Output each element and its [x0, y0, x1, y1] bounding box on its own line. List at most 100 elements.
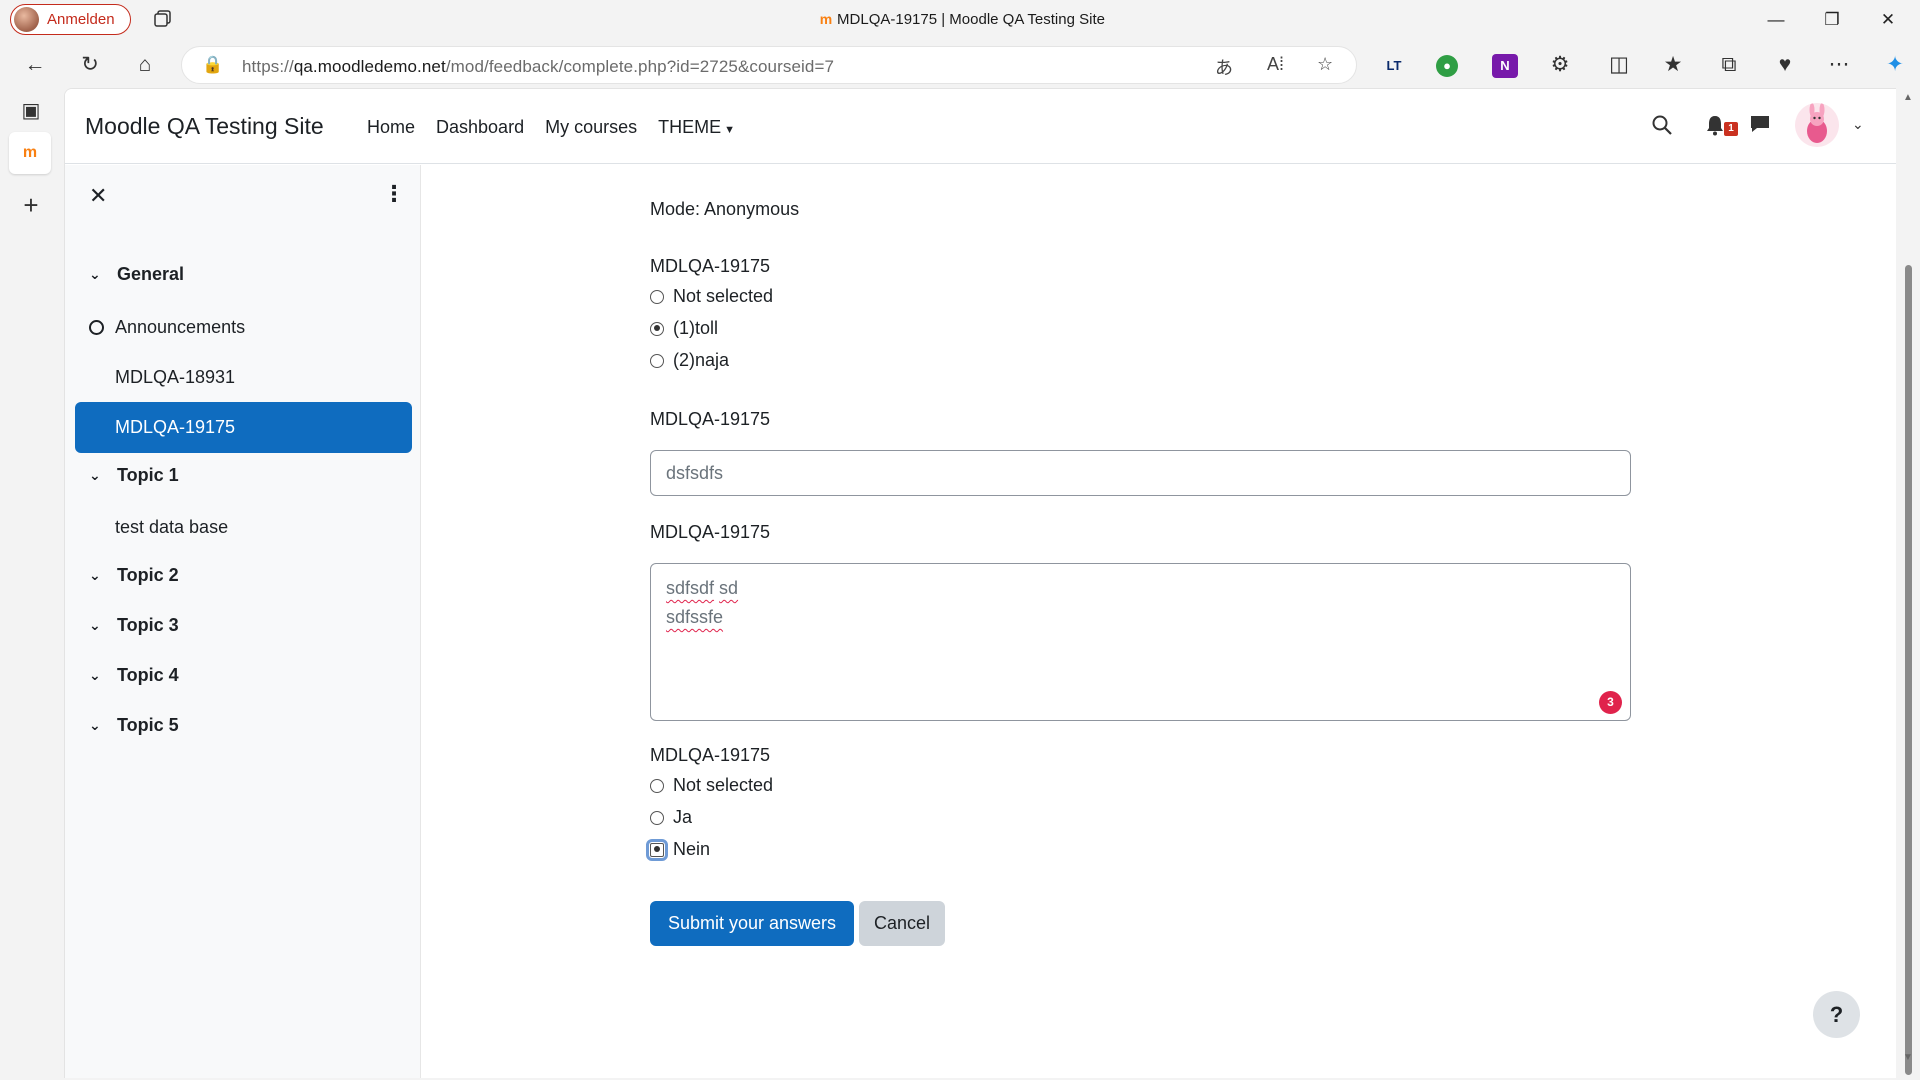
back-icon[interactable]: ← [20, 50, 50, 80]
scroll-up-icon[interactable]: ▲ [1903, 92, 1913, 103]
section-topic-2[interactable]: ⌄ Topic 2 [89, 565, 179, 586]
section-label: Topic 2 [117, 565, 179, 585]
lock-icon[interactable]: 🔒 [202, 55, 223, 75]
q3-textarea[interactable]: sdfsdf sd sdfssfe 3 [650, 563, 1631, 721]
section-topic-4[interactable]: ⌄ Topic 4 [89, 665, 179, 686]
textarea-word: sdfsdf [666, 578, 715, 598]
browser-toolbar: ← ↻ ⌂ 🔒 https://qa.moodledemo.net/mod/fe… [0, 42, 1920, 86]
nav-my-courses[interactable]: My courses [545, 117, 637, 138]
q4-option-not-selected[interactable]: Not selected [650, 775, 773, 796]
translate-icon[interactable]: あ [1215, 54, 1233, 80]
extensions-icon[interactable]: ⚙ [1545, 50, 1575, 80]
radio-button[interactable] [646, 838, 668, 861]
nav-theme[interactable]: THEME ▼ [658, 117, 735, 138]
close-window-icon[interactable]: ✕ [1865, 5, 1911, 35]
edge-vertical-tabs: ▣ m + [0, 88, 63, 1080]
option-label: (1)toll [673, 318, 719, 338]
section-topic-5[interactable]: ⌄ Topic 5 [89, 715, 179, 736]
question-3-label: MDLQA-19175 [650, 522, 771, 542]
course-item-mdlqa-18931[interactable]: MDLQA-18931 [75, 352, 412, 403]
favorite-star-icon[interactable]: ☆ [1317, 54, 1333, 75]
tab-panel-icon[interactable]: ▣ [16, 96, 46, 126]
new-tab-icon[interactable]: + [16, 190, 46, 220]
section-label: Topic 4 [117, 665, 179, 685]
browser-essentials-icon[interactable]: ♥ [1770, 50, 1800, 80]
radio-button[interactable] [650, 353, 664, 368]
section-label: Topic 5 [117, 715, 179, 735]
primary-navigation: Home Dashboard My courses THEME ▼ [367, 117, 756, 138]
user-avatar[interactable] [1795, 103, 1839, 147]
languagetool-extension-icon[interactable]: LT [1381, 54, 1407, 78]
refresh-icon[interactable]: ↻ [75, 50, 105, 80]
option-label: Not selected [673, 775, 774, 795]
onenote-extension-icon[interactable]: N [1492, 54, 1518, 78]
q4-option-ja[interactable]: Ja [650, 807, 692, 828]
question-4-label: MDLQA-19175 [650, 745, 771, 765]
moodle-favicon-icon: m [819, 11, 833, 27]
q4-option-nein[interactable]: Nein [646, 838, 710, 861]
scrollbar-thumb[interactable] [1905, 265, 1912, 1075]
chevron-down-icon[interactable]: ⌄ [89, 467, 117, 484]
nav-dashboard[interactable]: Dashboard [436, 117, 524, 138]
submit-answers-button[interactable]: Submit your answers [650, 901, 854, 946]
textarea-word: sdfssfe [666, 607, 724, 627]
split-screen-icon[interactable]: ◫ [1604, 50, 1634, 80]
feedback-mode: Mode: Anonymous [650, 199, 800, 219]
q2-text-input[interactable]: dsfsdfs [650, 450, 1631, 496]
tab-title: MDLQA-19175 | Moodle QA Testing Site [837, 11, 1105, 28]
q1-option-naja[interactable]: (2)naja [650, 350, 729, 371]
more-menu-icon[interactable]: ⋯ [1824, 50, 1854, 80]
section-topic-1[interactable]: ⌄ Topic 1 [89, 465, 179, 486]
collections-icon[interactable]: ⧉ [1714, 50, 1744, 80]
address-bar[interactable]: 🔒 https://qa.moodledemo.net/mod/feedback… [181, 46, 1357, 84]
page-scrollbar[interactable]: ▲ ▼ [1899, 88, 1920, 1080]
grammar-check-badge[interactable]: 3 [1599, 691, 1622, 714]
messages-icon[interactable] [1749, 114, 1771, 140]
shield-extension-icon[interactable]: ● [1436, 55, 1458, 77]
section-general[interactable]: ⌄ General [89, 264, 184, 285]
url-domain: qa.moodledemo.net [293, 57, 446, 76]
chevron-down-icon[interactable]: ⌄ [89, 567, 117, 584]
course-item-test-data-base[interactable]: test data base [75, 502, 412, 553]
radio-button[interactable] [650, 810, 664, 825]
q1-option-toll[interactable]: (1)toll [650, 318, 718, 339]
course-index-drawer: ✕ ⋮ ⌄ General Announcements MDLQA-18931 M… [65, 165, 421, 1078]
restore-icon[interactable]: ❐ [1809, 5, 1855, 35]
course-item-mdlqa-19175[interactable]: MDLQA-19175 [75, 402, 412, 453]
section-topic-3[interactable]: ⌄ Topic 3 [89, 615, 179, 636]
read-aloud-icon[interactable]: A⁞ [1267, 54, 1284, 75]
help-button[interactable]: ? [1813, 991, 1860, 1038]
chevron-down-icon[interactable]: ⌄ [89, 266, 117, 283]
radio-button[interactable] [650, 778, 664, 793]
notification-bell-icon[interactable] [1705, 114, 1725, 142]
nav-home[interactable]: Home [367, 117, 415, 138]
scroll-down-icon[interactable]: ▼ [1903, 1052, 1913, 1063]
url-text[interactable]: https://qa.moodledemo.net/mod/feedback/c… [242, 57, 834, 77]
course-index-options-icon[interactable]: ⋮ [383, 181, 405, 207]
radio-button[interactable] [650, 321, 664, 336]
search-icon[interactable] [1651, 114, 1673, 142]
q1-option-not-selected[interactable]: Not selected [650, 286, 773, 307]
close-drawer-icon[interactable]: ✕ [89, 183, 107, 209]
user-menu-chevron-icon[interactable]: ⌄ [1852, 116, 1864, 133]
url-prefix: https:// [242, 57, 294, 76]
item-label: Announcements [115, 317, 246, 337]
window-title: m MDLQA-19175 | Moodle QA Testing Site [0, 11, 1920, 28]
item-label: MDLQA-18931 [115, 367, 236, 387]
favorites-icon[interactable]: ★ [1658, 50, 1688, 80]
minimize-icon[interactable]: — [1753, 5, 1799, 35]
course-item-announcements[interactable]: Announcements [75, 302, 412, 353]
chevron-down-icon[interactable]: ⌄ [89, 617, 117, 634]
section-label: Topic 3 [117, 615, 179, 635]
site-name[interactable]: Moodle QA Testing Site [85, 113, 324, 140]
web-page: Moodle QA Testing Site Home Dashboard My… [64, 88, 1896, 1078]
home-icon[interactable]: ⌂ [130, 50, 160, 80]
notification-count-badge: 1 [1724, 122, 1738, 136]
chevron-down-icon[interactable]: ⌄ [89, 667, 117, 684]
active-tab-moodle-icon[interactable]: m [9, 132, 51, 174]
cancel-button[interactable]: Cancel [859, 901, 945, 946]
moodle-navbar: Moodle QA Testing Site Home Dashboard My… [65, 89, 1896, 164]
copilot-icon[interactable]: ✦ [1880, 50, 1910, 80]
radio-button[interactable] [650, 289, 664, 304]
chevron-down-icon[interactable]: ⌄ [89, 717, 117, 734]
